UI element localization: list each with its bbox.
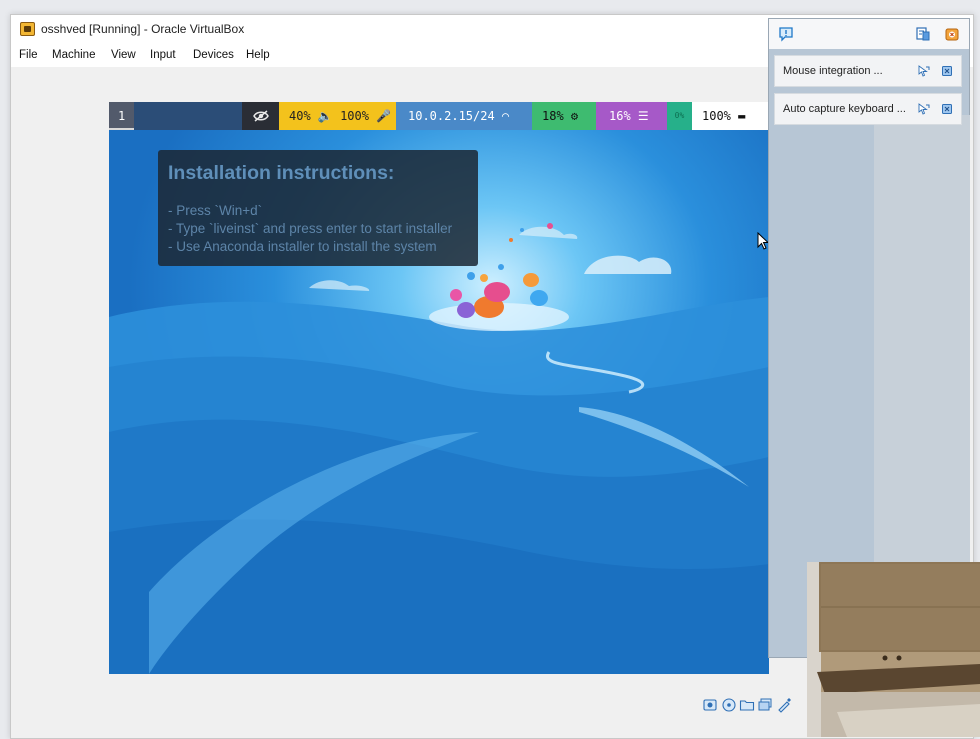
- shared-folder-icon[interactable]: [739, 697, 755, 713]
- menu-file[interactable]: File: [19, 49, 38, 61]
- notification-center-icon[interactable]: [778, 26, 794, 42]
- window-title: osshved [Running] - Oracle VirtualBox: [41, 22, 245, 36]
- dismiss-all-icon[interactable]: [944, 26, 960, 42]
- menu-devices[interactable]: Devices: [193, 49, 234, 61]
- status-bar: 1 40% 🔈 100% 🎤 10.0.2.15/24 ◠ 18% ⚙ 16% …: [109, 102, 769, 130]
- audio-status[interactable]: 40% 🔈 100% 🎤: [279, 102, 396, 130]
- instruction-line-1: - Press `Win+d`: [168, 203, 263, 218]
- battery-status: 100% ▬: [692, 102, 769, 130]
- menu-help[interactable]: Help: [246, 49, 270, 61]
- close-notification-icon[interactable]: [941, 103, 953, 115]
- instruction-line-2: - Type `liveinst` and press enter to sta…: [168, 221, 453, 236]
- menu-view[interactable]: View: [111, 49, 136, 61]
- menu-input[interactable]: Input: [150, 49, 176, 61]
- mouse-pointer-integration-icon[interactable]: [918, 65, 930, 77]
- notification-auto-capture-keyboard[interactable]: Auto capture keyboard ...: [774, 93, 962, 125]
- vm-status-bar: [688, 697, 798, 715]
- window-title-area: [134, 102, 242, 130]
- virtualbox-app-icon: [20, 22, 35, 36]
- menu-machine[interactable]: Machine: [52, 49, 95, 61]
- installation-instructions-box: Installation instructions: - Press `Win+…: [158, 150, 478, 266]
- pin-notifications-icon[interactable]: [915, 26, 931, 42]
- usb-icon[interactable]: [776, 697, 792, 713]
- instructions-title: Installation instructions:: [168, 162, 395, 184]
- notification-center-header: [769, 19, 969, 49]
- optical-disk-icon[interactable]: [721, 697, 737, 713]
- network-status[interactable]: 10.0.2.15/24 ◠: [396, 102, 532, 130]
- keyboard-capture-icon[interactable]: [918, 103, 930, 115]
- display-icon[interactable]: [757, 697, 773, 713]
- notification-mouse-integration[interactable]: Mouse integration ...: [774, 55, 962, 87]
- notification-label: Mouse integration ...: [783, 65, 883, 77]
- instruction-line-3: - Use Anaconda installer to install the …: [168, 239, 437, 254]
- guest-screen[interactable]: 1 40% 🔈 100% 🎤 10.0.2.15/24 ◠ 18% ⚙ 16% …: [109, 102, 769, 674]
- hard-disk-icon[interactable]: [702, 697, 718, 713]
- memory-status: 16% ☰: [596, 102, 667, 130]
- small-status-indicator: 0%: [667, 102, 692, 130]
- workspace-indicator[interactable]: 1: [109, 102, 134, 130]
- cpu-status: 18% ⚙: [532, 102, 596, 130]
- idle-inhibitor-icon[interactable]: [242, 102, 279, 130]
- webcam-overlay: [807, 562, 980, 737]
- notification-label: Auto capture keyboard ...: [783, 103, 906, 115]
- close-notification-icon[interactable]: [941, 65, 953, 77]
